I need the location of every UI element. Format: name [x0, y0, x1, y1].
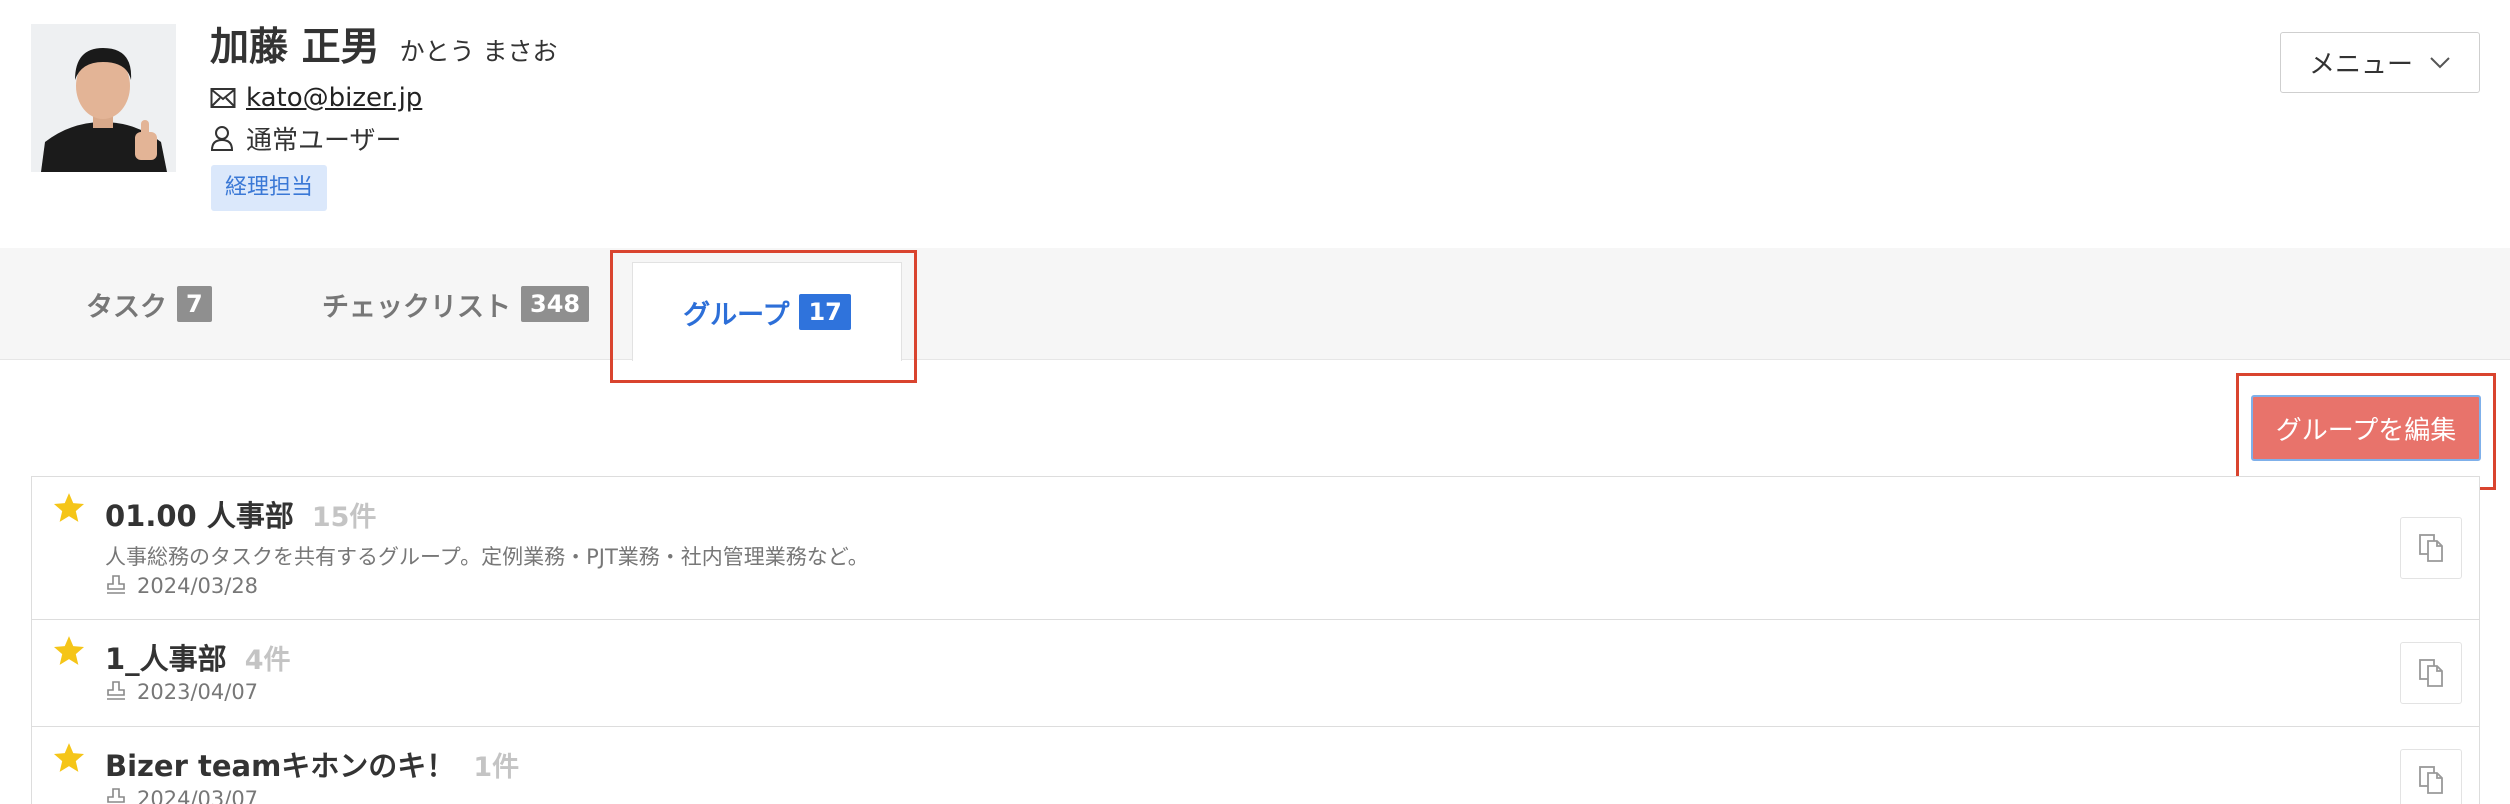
group-date: 2023/04/07	[137, 680, 259, 704]
stamp-icon	[105, 680, 129, 704]
tab-count-badge: 17	[799, 294, 851, 330]
list-item[interactable]: Bizer teamキホンのキ！ 1件 2024/03/07	[32, 727, 2479, 804]
tab-label: グループ	[683, 299, 790, 331]
group-description: 人事総務のタスクを共有するグループ。定例業務・PJT業務・社内管理業務など。	[105, 545, 869, 569]
group-title: Bizer teamキホンのキ！ 1件	[105, 743, 519, 785]
profile-header: 加藤 正男 かとう まさお kato@bizer.jp 通常ユーザー 経理担当 …	[0, 0, 2510, 248]
group-date: 2024/03/28	[137, 574, 259, 598]
group-title: 01.00 人事部 15件	[105, 493, 376, 535]
tab-count-badge: 348	[521, 286, 590, 322]
star-icon[interactable]	[52, 491, 86, 525]
tab-tasks[interactable]: タスク 7	[86, 248, 212, 360]
list-item[interactable]: 01.00 人事部 15件 人事総務のタスクを共有するグループ。定例業務・PJT…	[32, 477, 2479, 620]
tab-count-badge: 7	[177, 286, 212, 322]
avatar	[31, 24, 176, 172]
email-link[interactable]: kato@bizer.jp	[246, 83, 422, 113]
group-title: 1_人事部 4件	[105, 636, 290, 678]
profile-name: 加藤 正男	[210, 25, 380, 70]
role-label: 通常ユーザー	[246, 125, 402, 156]
group-name[interactable]: 01.00 人事部	[105, 493, 294, 535]
copy-icon	[2419, 766, 2443, 794]
role-row: 通常ユーザー	[210, 120, 401, 156]
avatar-photo	[31, 24, 176, 172]
profile-name-row: 加藤 正男 かとう まさお	[210, 16, 558, 72]
list-item[interactable]: 1_人事部 4件 2023/04/07	[32, 620, 2479, 727]
profile-kana: かとう まさお	[399, 37, 558, 66]
copy-icon	[2419, 534, 2443, 562]
tab-checklists[interactable]: チェックリスト 348	[322, 248, 590, 360]
group-item-count: 1件	[473, 752, 520, 783]
group-date-row: 2024/03/28	[105, 574, 258, 598]
group-item-count: 4件	[244, 645, 291, 676]
group-item-count: 15件	[311, 502, 377, 533]
user-icon	[210, 124, 238, 152]
stamp-icon	[105, 574, 129, 598]
copy-icon	[2419, 659, 2443, 687]
group-name[interactable]: Bizer teamキホンのキ！	[105, 743, 455, 785]
tab-label: チェックリスト	[322, 291, 511, 323]
menu-button[interactable]: メニュー	[2280, 32, 2480, 93]
copy-button[interactable]	[2400, 749, 2462, 804]
group-date: 2024/03/07	[137, 787, 259, 804]
copy-button[interactable]	[2400, 642, 2462, 704]
group-date-row: 2024/03/07	[105, 787, 258, 804]
chevron-down-icon	[2429, 56, 2451, 70]
tab-label: タスク	[86, 291, 167, 323]
tab-bar: タスク 7 チェックリスト 348 グループ 17	[0, 248, 2510, 361]
group-name[interactable]: 1_人事部	[105, 636, 227, 678]
department-tag: 経理担当	[211, 165, 328, 211]
email-row: kato@bizer.jp	[210, 80, 422, 116]
envelope-icon	[210, 84, 238, 112]
stamp-icon	[105, 787, 129, 804]
group-list: 01.00 人事部 15件 人事総務のタスクを共有するグループ。定例業務・PJT…	[31, 476, 2480, 804]
copy-button[interactable]	[2400, 517, 2462, 579]
menu-label: メニュー	[2308, 50, 2413, 80]
edit-groups-button[interactable]: グループを編集	[2251, 395, 2481, 461]
group-date-row: 2023/04/07	[105, 680, 258, 704]
star-icon[interactable]	[52, 634, 86, 668]
tab-groups[interactable]: グループ 17	[632, 262, 902, 361]
star-icon[interactable]	[52, 741, 86, 775]
